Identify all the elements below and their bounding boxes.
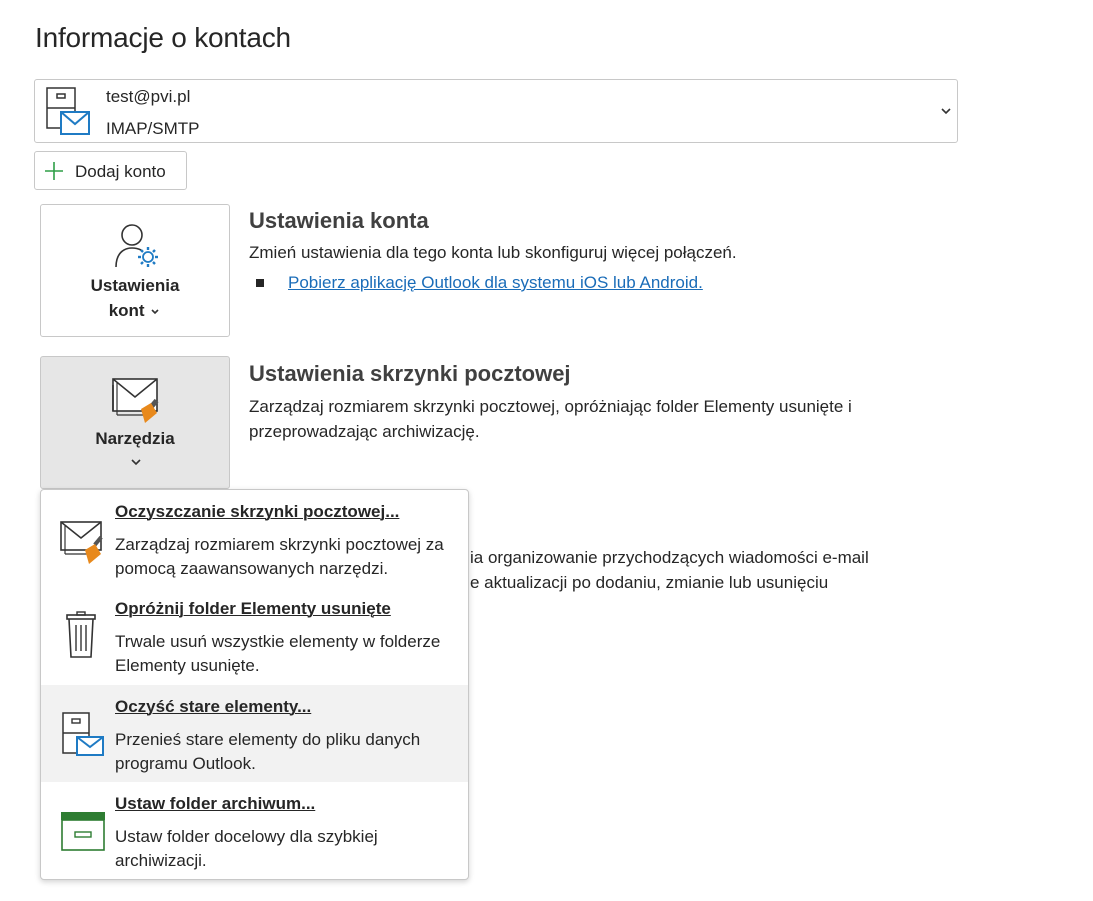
menu-item-title: Oczyszczanie skrzynki pocztowej... (115, 502, 400, 521)
menu-item-description: Przenieś stare elementy do pliku danych … (115, 730, 421, 773)
account-settings-tile-label: Ustawienia (90, 276, 180, 295)
menu-item-description: Zarządzaj rozmiarem skrzynki pocztowej z… (115, 535, 444, 578)
rules-description-line2: e aktualizacji po dodaniu, zmianie lub u… (470, 573, 829, 592)
tools-button[interactable]: Narzędzia (40, 356, 230, 489)
user-settings-icon (115, 224, 158, 268)
archive-cabinet-icon (62, 712, 104, 756)
account-settings-tile-label-line2: kont (108, 301, 145, 320)
plus-icon (45, 162, 63, 180)
mailbox-cleanup-icon (112, 378, 159, 423)
chevron-down-icon (151, 308, 159, 314)
add-account-label: Dodaj konto (75, 162, 166, 181)
tools-dropdown-menu: Oczyszczanie skrzynki pocztowej... Zarzą… (40, 489, 469, 880)
tools-tile-label: Narzędzia (95, 429, 175, 448)
mailbox-cleanup-icon (60, 521, 103, 564)
page-title: Informacje o kontach (35, 22, 291, 53)
mailbox-settings-description: Zarządzaj rozmiarem skrzynki pocztowej, … (249, 397, 852, 441)
menu-item-set-archive-folder[interactable]: Ustaw folder archiwum... Ustaw folder do… (41, 782, 468, 879)
trash-icon (66, 611, 96, 658)
account-selector[interactable]: test@pvi.pl IMAP/SMTP (34, 79, 958, 143)
account-settings-description: Zmień ustawienia dla tego konta lub skon… (249, 243, 737, 262)
menu-item-empty-deleted[interactable]: Opróżnij folder Elementy usunięte Trwale… (41, 587, 468, 684)
chevron-down-icon (131, 459, 141, 466)
rules-description-line1: ia organizowanie przychodzących wiadomoś… (470, 548, 869, 567)
menu-item-title: Ustaw folder archiwum... (115, 794, 316, 813)
mailbox-settings-title: Ustawienia skrzynki pocztowej (249, 361, 571, 386)
chevron-down-icon[interactable] (939, 104, 953, 118)
account-mailbox-icon (46, 87, 90, 135)
account-settings-title: Ustawienia konta (249, 208, 429, 233)
menu-item-title: Opróżnij folder Elementy usunięte (115, 599, 391, 618)
menu-item-description: Ustaw folder docelowy dla szybkiej archi… (115, 827, 378, 870)
account-type: IMAP/SMTP (106, 119, 200, 138)
archive-folder-icon (61, 812, 105, 851)
account-settings-tile-label-2: kont (41, 298, 229, 323)
menu-item-cleanup-old-items[interactable]: Oczyść stare elementy... Przenieś stare … (41, 685, 468, 782)
bullet-icon (256, 279, 264, 287)
menu-item-title: Oczyść stare elementy... (115, 697, 312, 716)
account-email: test@pvi.pl (106, 87, 191, 106)
outlook-app-link[interactable]: Pobierz aplikację Outlook dla systemu iO… (288, 273, 703, 293)
menu-item-description: Trwale usuń wszystkie elementy w folderz… (115, 632, 441, 675)
add-account-button[interactable]: Dodaj konto (34, 151, 187, 190)
account-settings-button[interactable]: Ustawienia kont (40, 204, 230, 337)
menu-item-mailbox-cleanup[interactable]: Oczyszczanie skrzynki pocztowej... Zarzą… (41, 490, 468, 587)
